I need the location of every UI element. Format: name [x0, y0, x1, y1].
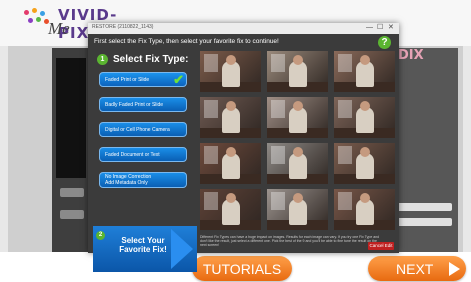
photo-head: [226, 101, 236, 111]
photo-head: [226, 147, 236, 157]
fix-preview-thumbnail[interactable]: [334, 143, 395, 184]
checkmark-icon: ✔: [173, 72, 184, 87]
photo-window: [338, 146, 352, 164]
step1-header: 1 Select Fix Type:: [93, 51, 194, 67]
photo-window: [204, 100, 218, 118]
right-panel: DIX: [392, 48, 458, 253]
tutorials-button[interactable]: TUTORIALS: [192, 256, 292, 281]
dialog-instruction: First select the Fix Type, then select y…: [94, 38, 279, 45]
photo-window: [338, 100, 352, 118]
photo-window: [271, 192, 285, 210]
photo-head: [226, 55, 236, 65]
fix-preview-grid: [200, 51, 395, 231]
next-button[interactable]: NEXT: [368, 256, 466, 281]
photo-head: [226, 193, 236, 203]
fix-preview-thumbnail[interactable]: [267, 97, 328, 138]
fix-type-label: Faded Document or Text: [105, 151, 160, 158]
fix-preview-thumbnail[interactable]: [267, 51, 328, 92]
next-arrow-icon: [449, 262, 460, 276]
photo-window: [204, 146, 218, 164]
photo-window: [338, 192, 352, 210]
photo-head: [293, 193, 303, 203]
close-icon[interactable]: ✕: [388, 24, 394, 32]
step2-label: Select Your Favorite Fix!: [119, 236, 167, 254]
right-field-2[interactable]: [396, 218, 452, 226]
fix-type-label: No Image Correction Add Metadata Only: [105, 174, 152, 186]
photo-window: [271, 54, 285, 72]
fix-type-faded-print[interactable]: Faded Print or Slide ✔: [99, 72, 187, 87]
fix-type-label: Badly Faded Print or Slide: [105, 101, 164, 108]
photo-window: [338, 54, 352, 72]
fix-preview-thumbnail[interactable]: [200, 143, 261, 184]
right-field-1[interactable]: [396, 203, 452, 211]
fix-preview-thumbnail[interactable]: [200, 97, 261, 138]
photo-head: [293, 55, 303, 65]
minimize-icon[interactable]: —: [366, 24, 373, 32]
preview-screen: [56, 58, 86, 178]
photo-head: [293, 101, 303, 111]
fix-preview-thumbnail[interactable]: [334, 97, 395, 138]
step1-badge: 1: [97, 53, 108, 65]
tutorials-label: TUTORIALS: [202, 260, 282, 277]
right-logo-fragment: DIX: [398, 48, 424, 63]
photo-head: [360, 193, 370, 203]
fix-preview-thumbnail[interactable]: [267, 189, 328, 230]
fix-type-no-correction[interactable]: No Image Correction Add Metadata Only: [99, 172, 187, 188]
photo-head: [293, 147, 303, 157]
step2-banner: 2 Select Your Favorite Fix!: [93, 226, 197, 272]
step1-label: Select Fix Type:: [113, 53, 189, 65]
fix-preview-thumbnail[interactable]: [200, 189, 261, 230]
side-button-1[interactable]: [60, 188, 84, 197]
help-icon[interactable]: ?: [378, 36, 391, 49]
fix-preview-thumbnail[interactable]: [267, 143, 328, 184]
restore-dialog: RESTORE (2110822_1143) — ☐ ✕ First selec…: [88, 23, 399, 272]
photo-window: [204, 192, 218, 210]
left-preview-panel: [52, 48, 90, 253]
photo-window: [204, 54, 218, 72]
fix-type-label: Digital or Cell Phone Camera: [105, 126, 170, 133]
fix-type-column: 1 Select Fix Type: Faded Print or Slide …: [93, 51, 197, 272]
photo-head: [360, 55, 370, 65]
fix-type-faded-document[interactable]: Faded Document or Text: [99, 147, 187, 162]
side-button-2[interactable]: [60, 210, 84, 219]
dialog-window-title: RESTORE (2110822_1143): [92, 24, 154, 30]
photo-head: [360, 147, 370, 157]
fix-type-badly-faded[interactable]: Badly Faded Print or Slide: [99, 97, 187, 112]
logo-sub: Me: [48, 19, 70, 38]
photo-window: [271, 146, 285, 164]
fix-preview-thumbnail[interactable]: [334, 189, 395, 230]
dialog-titlebar: RESTORE (2110822_1143) — ☐ ✕: [88, 23, 399, 34]
dialog-footnote: Different Fix Types can have a huge impa…: [200, 235, 380, 247]
photo-window: [271, 100, 285, 118]
step2-badge: 2: [96, 231, 105, 240]
maximize-icon[interactable]: ☐: [377, 24, 383, 32]
next-label: NEXT: [396, 260, 434, 277]
fix-type-digital-camera[interactable]: Digital or Cell Phone Camera: [99, 122, 187, 137]
photo-head: [360, 101, 370, 111]
fix-preview-thumbnail[interactable]: [334, 51, 395, 92]
fix-preview-thumbnail[interactable]: [200, 51, 261, 92]
cancel-edit-button[interactable]: Cancel Edit: [368, 242, 394, 250]
fix-type-label: Faded Print or Slide: [105, 76, 150, 83]
